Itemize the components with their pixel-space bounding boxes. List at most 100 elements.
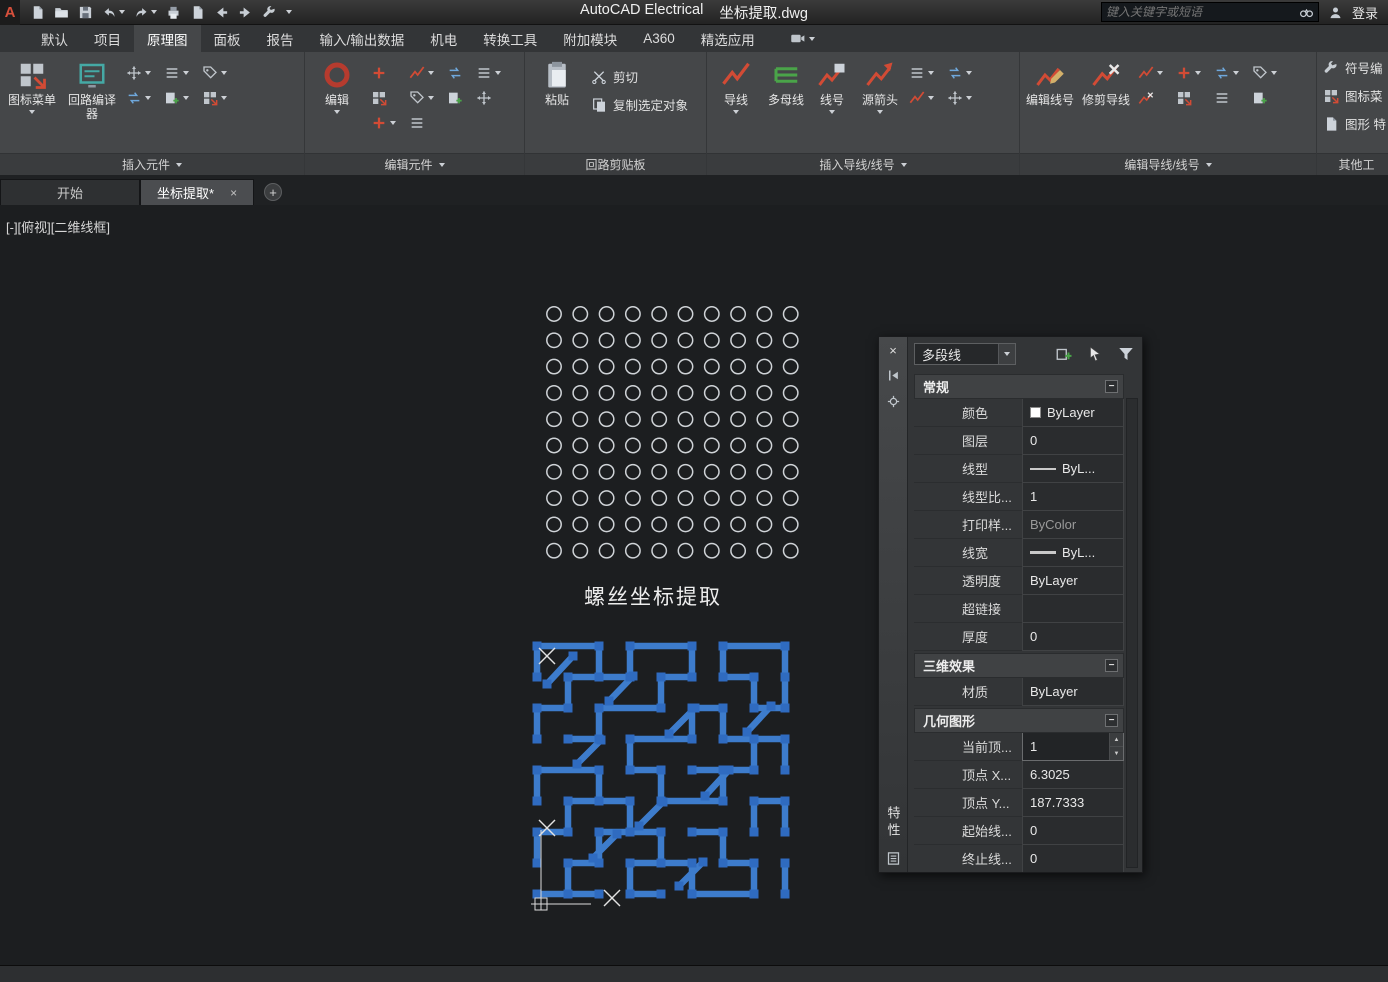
ribbon-tab-a360[interactable]: A360 xyxy=(630,25,688,52)
palette-scrollbar[interactable] xyxy=(1126,398,1138,868)
palette-close-icon[interactable]: × xyxy=(889,344,897,357)
edit-wire-tool-button[interactable] xyxy=(1252,90,1277,106)
close-tab-icon[interactable]: × xyxy=(230,186,237,200)
property-row-layer[interactable]: 图层 0 xyxy=(914,427,1124,455)
viewport-controls[interactable]: [-][俯视][二维线框] xyxy=(6,217,110,236)
property-row-hyperlink[interactable]: 超链接 xyxy=(914,595,1124,623)
palette-menu-icon[interactable] xyxy=(886,851,901,866)
wire-number-button[interactable]: 线号 xyxy=(813,55,851,114)
property-row-plot-style[interactable]: 打印样... ByColor xyxy=(914,511,1124,539)
edit-component-tool-button[interactable] xyxy=(371,65,396,81)
ribbon-tab-addins[interactable]: 附加模块 xyxy=(550,25,630,52)
property-row-end-width[interactable]: 终止线... 0 xyxy=(914,845,1124,872)
vertex-spinner[interactable]: ▲ ▼ xyxy=(1109,733,1123,760)
ribbon-tab-featured-apps[interactable]: 精选应用 xyxy=(688,25,768,52)
qat-customize-caret[interactable] xyxy=(286,10,292,14)
insert-component-tool-button[interactable] xyxy=(202,90,227,106)
trim-wire-button[interactable]: 修剪导线 xyxy=(1082,55,1130,107)
property-row-linetype-scale[interactable]: 线型比... 1 xyxy=(914,483,1124,511)
insert-component-tool-button[interactable] xyxy=(164,90,189,106)
panel-footer-edit-wires[interactable]: 编辑导线/线号 xyxy=(1020,153,1316,175)
edit-wire-tool-button[interactable] xyxy=(1214,65,1239,81)
insert-wire-tool-button[interactable] xyxy=(947,90,972,106)
property-row-vertex-x[interactable]: 顶点 X... 6.3025 xyxy=(914,761,1124,789)
new-tab-button[interactable]: + xyxy=(264,183,282,201)
panel-footer-insert-wires[interactable]: 插入导线/线号 xyxy=(707,153,1019,175)
edit-wire-tool-button[interactable] xyxy=(1176,65,1201,81)
quick-select-button[interactable] xyxy=(1114,343,1138,365)
toggle-pickadd-button[interactable] xyxy=(1052,343,1076,365)
back-button[interactable] xyxy=(214,5,229,20)
property-row-transparency[interactable]: 透明度 ByLayer xyxy=(914,567,1124,595)
property-row-material[interactable]: 材质 ByLayer xyxy=(914,678,1124,706)
symbol-builder-button[interactable]: 符号编 xyxy=(1323,58,1388,77)
edit-wire-number-button[interactable]: 编辑线号 xyxy=(1026,55,1074,107)
tab-drawing-active[interactable]: 坐标提取* × xyxy=(140,179,254,205)
collapse-icon[interactable]: − xyxy=(1105,659,1118,672)
property-row-current-vertex[interactable]: 当前顶... 1 ▲ ▼ xyxy=(914,733,1124,761)
property-row-lineweight[interactable]: 线宽 ByL... xyxy=(914,539,1124,567)
icon-menu-wizard-button[interactable]: 图标菜 xyxy=(1323,86,1388,105)
ribbon-tab-reports[interactable]: 报告 xyxy=(254,25,307,52)
edit-component-button[interactable]: 编辑 xyxy=(311,55,363,114)
property-row-start-width[interactable]: 起始线... 0 xyxy=(914,817,1124,845)
property-row-vertex-y[interactable]: 顶点 Y... 187.7333 xyxy=(914,789,1124,817)
section-header-general[interactable]: 常规 − xyxy=(914,374,1124,399)
ribbon-tab-project[interactable]: 项目 xyxy=(81,25,134,52)
panel-footer-edit-components[interactable]: 编辑元件 xyxy=(305,153,524,175)
undo-button[interactable] xyxy=(102,5,125,20)
insert-component-tool-button[interactable] xyxy=(164,65,189,81)
circuit-builder-button[interactable]: 回路编译器 xyxy=(66,55,118,122)
ribbon-tab-electromechanical[interactable]: 机电 xyxy=(417,25,470,52)
insert-component-tool-button[interactable] xyxy=(126,65,151,81)
property-row-linetype[interactable]: 线型 ByL... xyxy=(914,455,1124,483)
new-file-button[interactable] xyxy=(30,5,45,20)
drawing-properties-button[interactable]: 图形 特 xyxy=(1323,114,1388,133)
save-button[interactable] xyxy=(78,5,93,20)
cut-button[interactable]: 剪切 xyxy=(591,67,688,86)
app-logo[interactable]: A xyxy=(0,0,20,25)
edit-wire-tool-button[interactable] xyxy=(1138,65,1163,81)
palette-settings-icon[interactable] xyxy=(886,394,901,409)
edit-component-tool-button[interactable] xyxy=(409,90,434,106)
forward-button[interactable] xyxy=(238,5,253,20)
collapse-icon[interactable]: − xyxy=(1105,380,1118,393)
insert-wire-tool-button[interactable] xyxy=(909,65,934,81)
media-button[interactable] xyxy=(790,25,815,52)
user-icon[interactable] xyxy=(1328,5,1343,20)
ribbon-tab-default[interactable]: 默认 xyxy=(28,25,81,52)
spinner-up-icon[interactable]: ▲ xyxy=(1110,733,1123,746)
source-arrow-button[interactable]: 源箭头 xyxy=(859,55,901,114)
edit-wire-tool-button[interactable] xyxy=(1138,90,1163,106)
insert-component-tool-button[interactable] xyxy=(126,90,151,106)
sign-in-button[interactable]: 登录 xyxy=(1352,3,1378,22)
edit-component-tool-button[interactable] xyxy=(447,90,463,106)
search-input[interactable] xyxy=(1106,5,1295,19)
ribbon-tab-schematic[interactable]: 原理图 xyxy=(134,25,201,52)
panel-footer-insert-components[interactable]: 插入元件 xyxy=(0,153,304,175)
edit-component-tool-button[interactable] xyxy=(476,90,501,106)
combo-dropdown-button[interactable] xyxy=(998,344,1015,364)
ribbon-tab-conversion[interactable]: 转换工具 xyxy=(470,25,550,52)
edit-component-tool-button[interactable] xyxy=(447,65,463,81)
edit-wire-tool-button[interactable] xyxy=(1176,90,1201,106)
edit-component-tool-button[interactable] xyxy=(371,115,396,131)
insert-component-tool-button[interactable] xyxy=(202,65,227,81)
spinner-down-icon[interactable]: ▼ xyxy=(1110,746,1123,760)
property-row-color[interactable]: 颜色 ByLayer xyxy=(914,399,1124,427)
object-type-select[interactable]: 多段线 xyxy=(914,343,1016,365)
edit-wire-tool-button[interactable] xyxy=(1214,90,1239,106)
collapse-icon[interactable]: − xyxy=(1105,714,1118,727)
section-header-3d-effects[interactable]: 三维效果 − xyxy=(914,653,1124,678)
plot-button[interactable] xyxy=(166,5,181,20)
paste-button[interactable]: 粘贴 xyxy=(531,55,583,107)
multi-bus-button[interactable]: 多母线 xyxy=(767,55,805,107)
property-row-thickness[interactable]: 厚度 0 xyxy=(914,623,1124,651)
select-objects-button[interactable] xyxy=(1083,343,1107,365)
insert-wire-tool-button[interactable] xyxy=(909,90,934,106)
ribbon-tab-import-export[interactable]: 输入/输出数据 xyxy=(307,25,418,52)
redo-button[interactable] xyxy=(134,5,157,20)
panel-footer-other-tools[interactable]: 其他工 xyxy=(1317,153,1388,175)
icon-menu-button[interactable]: 图标菜单 xyxy=(6,55,58,114)
insert-wire-tool-button[interactable] xyxy=(947,65,972,81)
